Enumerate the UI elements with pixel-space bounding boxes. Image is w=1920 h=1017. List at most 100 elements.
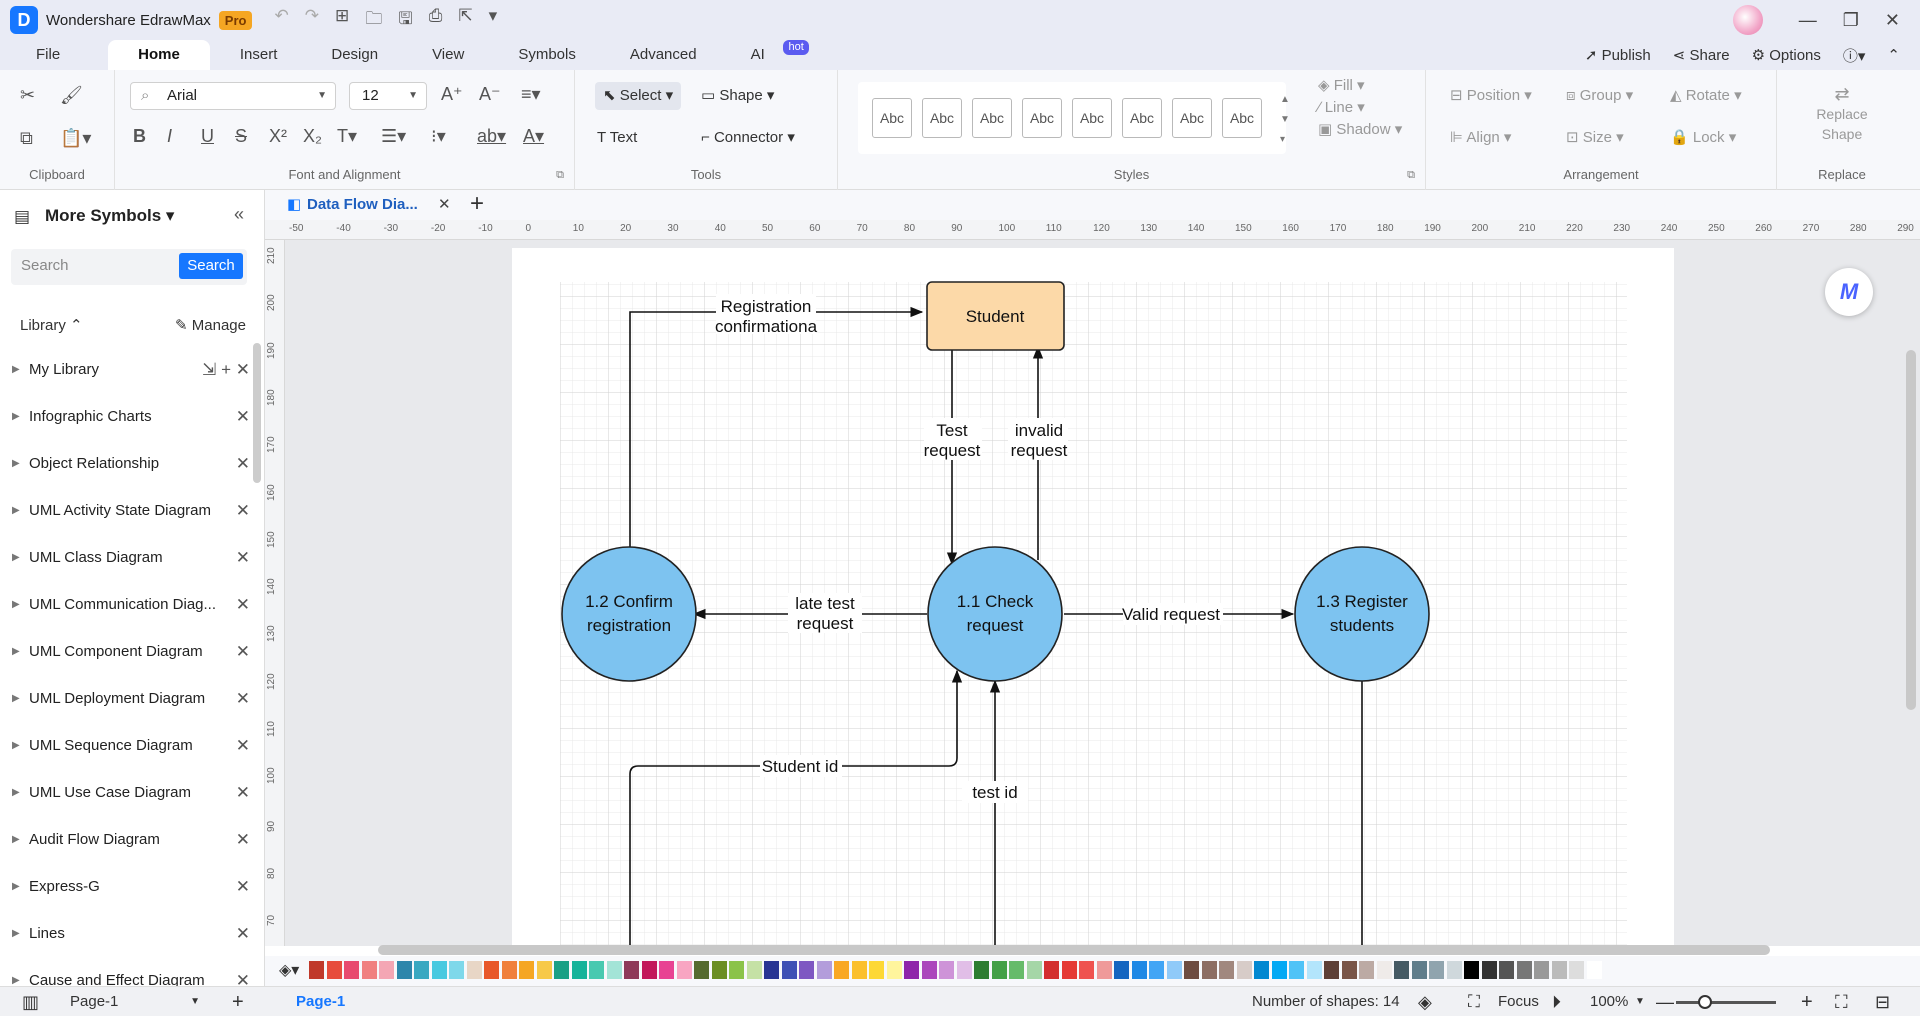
color-swatch[interactable] bbox=[1061, 961, 1077, 979]
library-item[interactable]: ▶ UML Deployment Diagram ✕ bbox=[0, 681, 250, 717]
color-swatch[interactable] bbox=[1324, 961, 1339, 979]
search-button[interactable]: Search bbox=[179, 253, 243, 279]
color-swatch[interactable] bbox=[1499, 961, 1514, 979]
color-swatch[interactable] bbox=[799, 961, 814, 979]
panel-scrollbar[interactable] bbox=[253, 343, 261, 483]
size-button[interactable]: ⊡ Size ▾ bbox=[1566, 124, 1624, 152]
text-tool-button[interactable]: T Text bbox=[597, 124, 637, 152]
expand-caret-icon[interactable]: ▶ bbox=[12, 728, 20, 764]
color-swatch[interactable] bbox=[519, 961, 534, 979]
register-students-process[interactable] bbox=[1294, 546, 1430, 682]
expand-caret-icon[interactable]: ▶ bbox=[12, 775, 20, 811]
color-swatch[interactable] bbox=[396, 961, 412, 979]
bold-icon[interactable]: B bbox=[133, 126, 146, 147]
library-item[interactable]: ▶ UML Use Case Diagram ✕ bbox=[0, 775, 250, 811]
share-button[interactable]: ⋖ Share bbox=[1673, 46, 1730, 64]
drawing-page[interactable]: Student 1.1 Check request 1.2 Confirm re… bbox=[512, 248, 1674, 946]
library-item[interactable]: ▶ Infographic Charts ✕ bbox=[0, 399, 250, 435]
color-swatch[interactable] bbox=[1114, 961, 1129, 979]
remove-library-icon[interactable]: ✕ bbox=[236, 775, 250, 811]
close-tab-icon[interactable]: ✕ bbox=[438, 195, 451, 213]
expand-caret-icon[interactable]: ▶ bbox=[12, 634, 20, 670]
search-input[interactable]: Search bbox=[21, 257, 69, 274]
color-swatch[interactable] bbox=[729, 961, 744, 979]
menu-home[interactable]: Home bbox=[108, 40, 210, 70]
zoom-in-icon[interactable]: + bbox=[1801, 987, 1813, 1017]
color-swatch[interactable] bbox=[501, 961, 517, 979]
color-swatch[interactable] bbox=[834, 961, 849, 979]
remove-library-icon[interactable]: ✕ bbox=[236, 869, 250, 905]
connector-tool-button[interactable]: ⌐ Connector ▾ bbox=[701, 124, 795, 152]
color-swatch[interactable] bbox=[414, 961, 429, 979]
zoom-slider-thumb[interactable] bbox=[1698, 995, 1712, 1009]
color-swatch[interactable] bbox=[589, 961, 604, 979]
color-swatch[interactable] bbox=[886, 961, 902, 979]
color-swatch[interactable] bbox=[1219, 961, 1234, 979]
library-item[interactable]: ▶ UML Component Diagram ✕ bbox=[0, 634, 250, 670]
expand-caret-icon[interactable]: ▶ bbox=[12, 869, 20, 905]
color-swatch[interactable] bbox=[746, 961, 762, 979]
line-spacing-icon[interactable]: ☰▾ bbox=[381, 126, 406, 147]
remove-library-icon[interactable]: ✕ bbox=[236, 399, 250, 435]
menu-file[interactable]: File bbox=[0, 40, 84, 70]
format-painter-icon[interactable]: 🖌 bbox=[60, 85, 83, 106]
expand-caret-icon[interactable]: ▶ bbox=[12, 493, 20, 529]
expand-caret-icon[interactable]: ▶ bbox=[12, 540, 20, 576]
color-swatch[interactable] bbox=[1394, 961, 1409, 979]
library-item[interactable]: ▶ Express-G ✕ bbox=[0, 869, 250, 905]
save-icon[interactable]: 🖫 bbox=[398, 6, 412, 35]
position-button[interactable]: ⊟ Position ▾ bbox=[1450, 82, 1532, 110]
shadow-button[interactable]: ▣ Shadow ▾ bbox=[1318, 116, 1402, 144]
color-swatch[interactable] bbox=[554, 961, 569, 979]
color-swatch[interactable] bbox=[816, 961, 832, 979]
library-item[interactable]: ▶ Lines ✕ bbox=[0, 916, 250, 952]
lock-button[interactable]: 🔒 Lock ▾ bbox=[1670, 124, 1736, 152]
expand-caret-icon[interactable]: ▶ bbox=[12, 446, 20, 482]
collapse-panel-icon[interactable]: « bbox=[234, 204, 244, 225]
font-color-icon[interactable]: A▾ bbox=[523, 126, 544, 147]
color-swatch[interactable] bbox=[1166, 961, 1182, 979]
confirm-registration-process[interactable] bbox=[561, 546, 697, 682]
color-swatch[interactable] bbox=[1149, 961, 1164, 979]
color-swatch[interactable] bbox=[536, 961, 552, 979]
group-button[interactable]: ⧈ Group ▾ bbox=[1566, 82, 1633, 110]
color-swatch[interactable] bbox=[571, 961, 587, 979]
new-file-icon[interactable]: ⊞ bbox=[335, 6, 349, 35]
color-swatch[interactable] bbox=[1376, 961, 1392, 979]
color-swatch[interactable] bbox=[1516, 961, 1532, 979]
color-swatch[interactable] bbox=[606, 961, 622, 979]
style-sample-8[interactable]: Abc bbox=[1222, 98, 1262, 138]
menu-symbols[interactable]: Symbols bbox=[494, 40, 600, 70]
customize-toolbar-icon[interactable]: ▾ bbox=[489, 6, 498, 35]
page-tab[interactable]: Page-1 bbox=[296, 987, 345, 1017]
remove-library-icon[interactable]: ✕ bbox=[236, 634, 250, 670]
remove-library-icon[interactable]: ✕ bbox=[236, 822, 250, 858]
copy-icon[interactable]: ⧉ bbox=[20, 128, 33, 149]
my-library-actions-icon[interactable]: ⇲ + ✕ bbox=[202, 352, 250, 388]
zoom-out-icon[interactable]: — bbox=[1656, 987, 1674, 1017]
library-item[interactable]: ▶ UML Class Diagram ✕ bbox=[0, 540, 250, 576]
color-swatch[interactable] bbox=[711, 961, 727, 979]
color-swatch[interactable] bbox=[431, 961, 447, 979]
color-swatch[interactable] bbox=[309, 961, 324, 979]
color-swatch[interactable] bbox=[851, 961, 867, 979]
subscript-icon[interactable]: X₂ bbox=[303, 126, 322, 147]
color-swatch[interactable] bbox=[1464, 961, 1479, 979]
style-sample-7[interactable]: Abc bbox=[1172, 98, 1212, 138]
color-swatch[interactable] bbox=[466, 961, 482, 979]
color-swatch[interactable] bbox=[1026, 961, 1042, 979]
color-swatch[interactable] bbox=[1289, 961, 1304, 979]
menu-design[interactable]: Design bbox=[307, 40, 402, 70]
color-swatch[interactable] bbox=[991, 961, 1007, 979]
collapse-ribbon-icon[interactable]: ⌃ bbox=[1887, 46, 1900, 64]
color-swatch[interactable] bbox=[939, 961, 954, 979]
color-swatch[interactable] bbox=[676, 961, 692, 979]
replace-shape-button[interactable]: ⇄ Replace Shape bbox=[1777, 84, 1907, 144]
color-swatch[interactable] bbox=[1551, 961, 1567, 979]
page-view-icon[interactable]: ▥ bbox=[22, 987, 39, 1017]
library-item[interactable]: ▶ Audit Flow Diagram ✕ bbox=[0, 822, 250, 858]
color-swatch[interactable] bbox=[921, 961, 937, 979]
color-swatch[interactable] bbox=[956, 961, 972, 979]
style-sample-6[interactable]: Abc bbox=[1122, 98, 1162, 138]
remove-library-icon[interactable]: ✕ bbox=[236, 728, 250, 764]
